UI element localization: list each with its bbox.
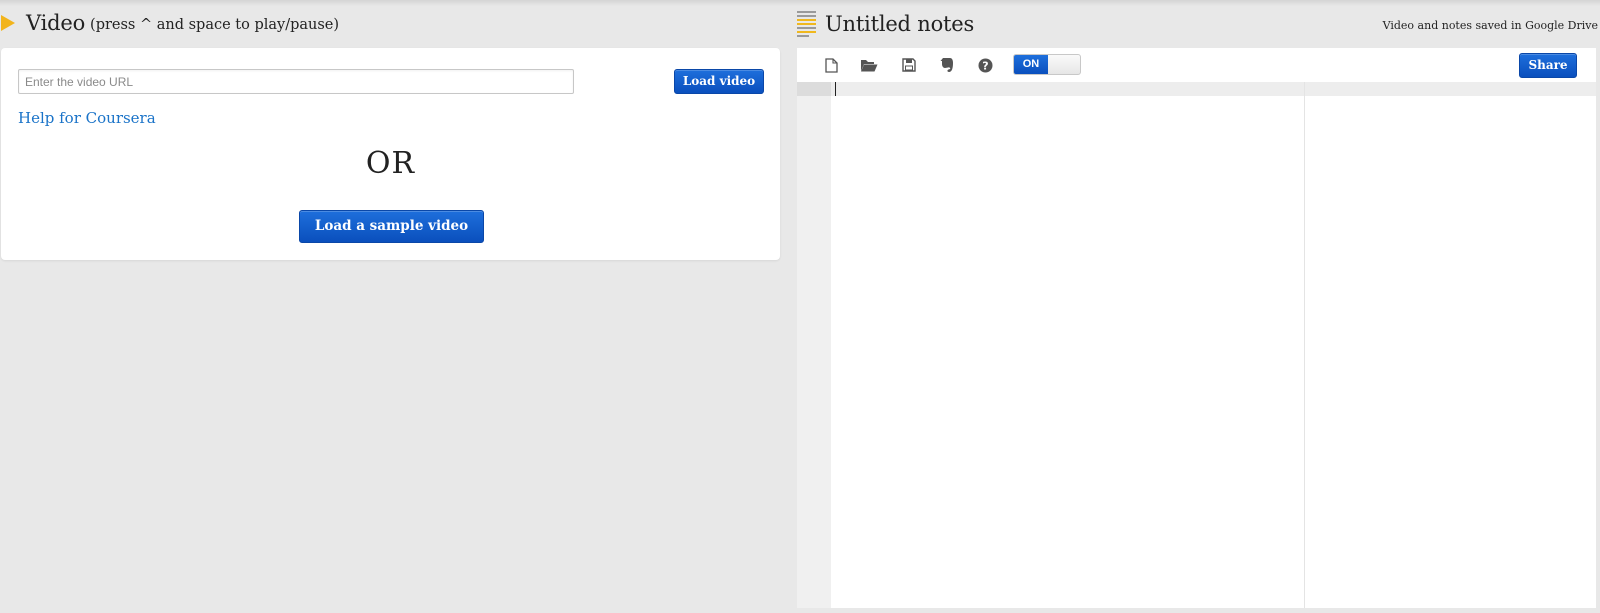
save-icon[interactable] [900, 56, 918, 74]
notes-panel: ? ON Share [797, 48, 1596, 608]
autosave-toggle[interactable]: ON [1013, 54, 1081, 75]
video-url-input[interactable] [18, 69, 574, 94]
saved-status: Video and notes saved in Google Drive [1382, 19, 1598, 32]
notes-editor[interactable] [797, 82, 1596, 608]
bottom-strip [797, 608, 1600, 613]
load-video-button[interactable]: Load video [674, 69, 764, 94]
video-title: Video [26, 11, 86, 35]
editor-gutter [797, 82, 831, 608]
editor-print-margin [1304, 82, 1305, 608]
video-shortcut-hint: (press ^ and space to play/pause) [90, 16, 340, 33]
notes-icon [797, 11, 816, 39]
open-folder-icon[interactable] [860, 56, 878, 74]
evernote-icon[interactable] [938, 56, 956, 74]
new-file-icon[interactable] [822, 56, 840, 74]
load-sample-video-button[interactable]: Load a sample video [299, 210, 484, 243]
notes-toolbar: ? ON Share [797, 48, 1596, 82]
top-shadow [0, 0, 1600, 6]
editor-active-gutter-cell [797, 82, 831, 96]
play-icon [1, 15, 15, 31]
help-icon[interactable]: ? [976, 56, 994, 74]
text-cursor [835, 82, 836, 96]
editor-active-line [797, 82, 1596, 96]
svg-text:?: ? [982, 59, 988, 72]
notes-title[interactable]: Untitled notes [825, 12, 974, 36]
share-button[interactable]: Share [1519, 53, 1577, 78]
video-loader-card: Load video Help for Coursera OR Load a s… [1, 48, 780, 260]
video-header: Video (press ^ and space to play/pause) [0, 8, 780, 38]
help-coursera-link[interactable]: Help for Coursera [18, 109, 156, 127]
or-divider-text: OR [365, 146, 416, 181]
toggle-on-label: ON [1014, 55, 1048, 74]
